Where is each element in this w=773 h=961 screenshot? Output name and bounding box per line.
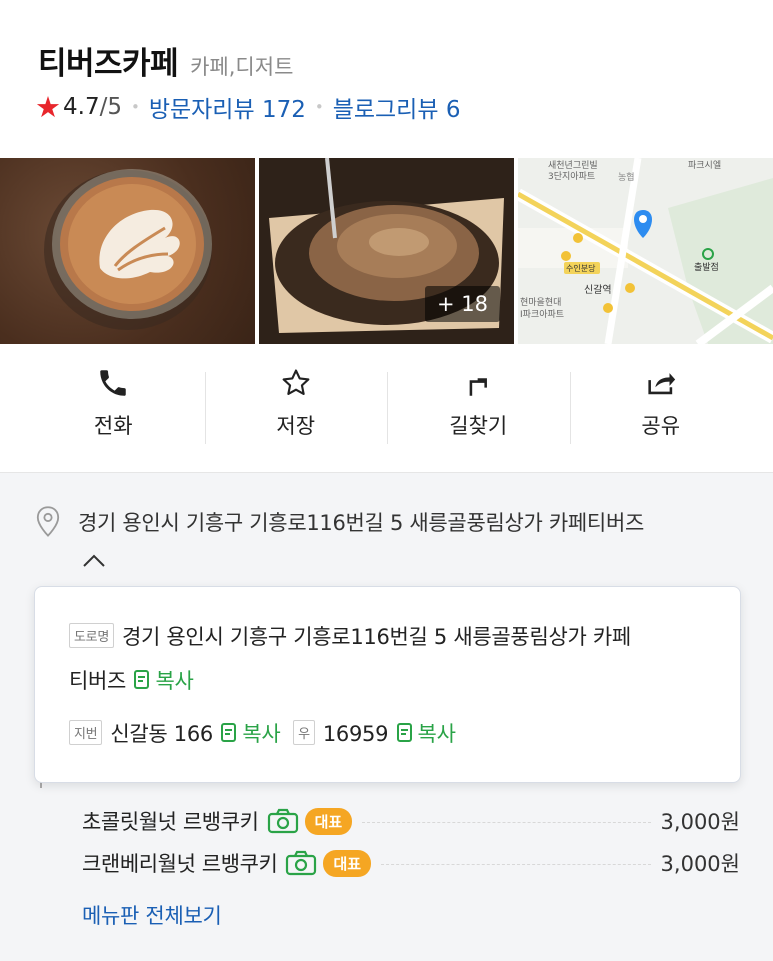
address-text[interactable]: 경기 용인시 기흥구 기흥로116번길 5 새릉골풍림상가 카페티버즈	[78, 507, 644, 537]
copy-zip-button[interactable]: 복사	[395, 722, 456, 746]
address-detail-popup: 도로명 경기 용인시 기흥구 기흥로116번길 5 새릉골풍림상가 카페 티버즈 …	[34, 586, 741, 783]
address-row[interactable]: 경기 용인시 기흥구 기흥로116번길 5 새릉골풍림상가 카페티버즈	[34, 505, 644, 539]
representative-badge: 대표	[323, 849, 372, 877]
camera-icon	[267, 808, 299, 834]
place-header-card: 티버즈카페 카페,디저트 ★ 4.7 /5 • 방문자리뷰 172 • 블로그리…	[0, 0, 773, 473]
representative-badge: 대표	[304, 807, 353, 835]
latte-art-illustration	[44, 169, 212, 330]
directions-label: 길찾기	[449, 414, 508, 438]
road-address-text: 경기 용인시 기흥구 기흥로116번길 5 새릉골풍림상가 카페	[121, 625, 631, 649]
map-label-apt2: 현마을현대	[520, 297, 561, 308]
separator-dot: •	[314, 98, 324, 116]
more-photos-badge[interactable]: + 18	[425, 286, 500, 322]
call-button[interactable]: 전화	[22, 360, 205, 456]
star-outline-icon	[282, 369, 310, 395]
place-category: 카페,디저트	[190, 55, 294, 79]
menu-item-name: 크랜베리월넛 르뱅쿠키	[82, 852, 278, 876]
copy-jibun-button[interactable]: 복사	[219, 722, 286, 746]
rating-score: 4.7	[63, 94, 100, 120]
share-button[interactable]: 공유	[569, 360, 753, 456]
save-button[interactable]: 저장	[204, 360, 388, 456]
camera-icon	[285, 850, 317, 876]
place-name[interactable]: 티버즈카페	[38, 38, 179, 83]
star-icon: ★	[35, 89, 61, 124]
copy-road-address-button[interactable]: 복사	[132, 669, 194, 693]
zip-tag: 우	[293, 720, 315, 745]
drip-coffee-photo[interactable]: + 18	[259, 158, 514, 344]
map-label-bank: 농협	[618, 171, 635, 183]
rating-outof: /5	[99, 94, 122, 120]
latte-photo[interactable]	[0, 158, 255, 344]
chevron-up-icon[interactable]	[82, 553, 106, 569]
road-address-tag: 도로명	[69, 623, 114, 648]
menu-item-price: 3,000원	[660, 852, 740, 876]
action-bar: 전화 저장 길찾기 공유	[22, 360, 752, 456]
copy-label: 복사	[417, 722, 456, 746]
share-label: 공유	[641, 414, 681, 438]
visitor-reviews-link[interactable]: 방문자리뷰 172	[149, 90, 306, 124]
map-label-parkcity: 파크시엘	[688, 160, 721, 171]
copy-label: 복사	[155, 669, 194, 693]
map-label-apt1: 새천년그린빌	[548, 160, 598, 171]
road-address-text-2: 티버즈	[69, 669, 127, 693]
menu-item[interactable]: 크랜베리월넛 르뱅쿠키 대표 3,000원	[82, 846, 740, 880]
map-label-apt1b: 3단지아파트	[548, 171, 595, 182]
road-address-line-2: 티버즈 복사	[69, 665, 194, 695]
map-label-station: 신갈역	[584, 283, 612, 296]
phone-icon	[100, 370, 126, 396]
map-thumbnail[interactable]: 새천년그린빌 3단지아파트 농협 파크시엘 수인분당 신갈역 출발점 현마을현대…	[518, 158, 773, 344]
menu-item[interactable]: 초콜릿월넛 르뱅쿠키 대표 3,000원	[82, 804, 740, 838]
directions-button[interactable]: 길찾기	[387, 360, 570, 456]
title-row: 티버즈카페 카페,디저트	[38, 38, 293, 83]
location-pin-icon	[36, 506, 60, 537]
directions-icon	[469, 378, 488, 396]
jibun-line: 지번 신갈동 166 복사 우 16959 복사	[69, 718, 456, 748]
copy-label: 복사	[242, 722, 281, 746]
separator-dot: •	[130, 98, 140, 116]
rating-row: ★ 4.7 /5 • 방문자리뷰 172 • 블로그리뷰 6	[35, 90, 460, 124]
share-icon	[648, 373, 675, 395]
map-label-station-badge: 수인분당	[566, 263, 596, 273]
price-leader	[381, 863, 651, 865]
copy-icon	[134, 670, 150, 689]
blog-reviews-link[interactable]: 블로그리뷰 6	[333, 90, 461, 124]
call-label: 전화	[93, 414, 133, 438]
jibun-tag: 지번	[69, 720, 103, 745]
zip-text: 16959	[322, 722, 389, 746]
map-illustration: 새천년그린빌 3단지아파트 농협 파크시엘 수인분당 신갈역 출발점 현마을현대…	[518, 158, 773, 344]
photo-strip: + 18 새천년그린빌 3단지아파트 농협 파크시엘 수인분당 신갈역 출발점 …	[0, 158, 773, 344]
jibun-text: 신갈동 166	[110, 722, 213, 746]
menu-item-price: 3,000원	[660, 810, 740, 834]
copy-icon	[221, 723, 237, 742]
map-label-exit: 출발점	[694, 261, 719, 273]
save-label: 저장	[276, 414, 316, 438]
price-leader	[362, 821, 651, 823]
menu-item-name: 초콜릿월넛 르뱅쿠키	[82, 810, 259, 834]
view-full-menu-link[interactable]: 메뉴판 전체보기	[82, 900, 222, 930]
copy-icon	[396, 723, 412, 742]
road-address-line: 도로명 경기 용인시 기흥구 기흥로116번길 5 새릉골풍림상가 카페	[69, 621, 631, 651]
map-label-apt2b: I파크아파트	[520, 309, 564, 320]
